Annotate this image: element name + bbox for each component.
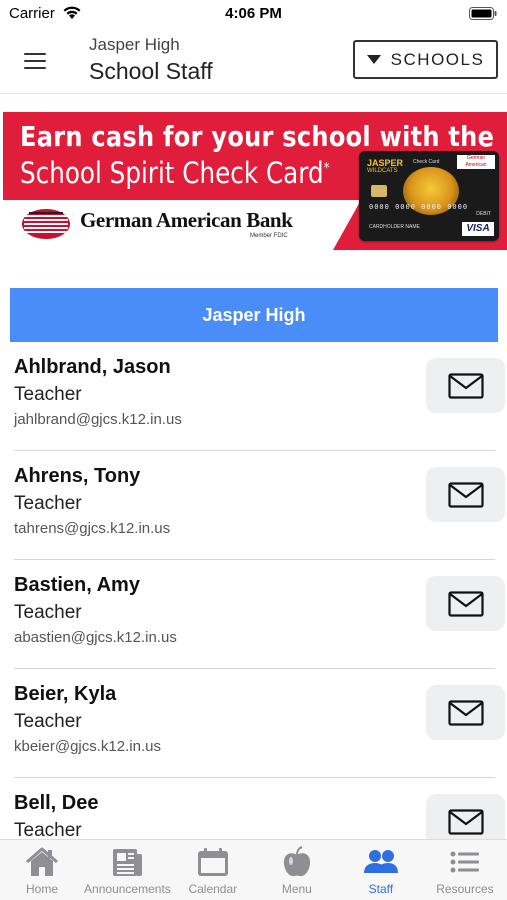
tab-resources[interactable]: Resources bbox=[423, 840, 507, 900]
hamburger-menu-icon[interactable] bbox=[14, 44, 56, 78]
envelope-icon bbox=[447, 808, 484, 835]
staff-role: Teacher bbox=[14, 820, 82, 839]
staff-icon bbox=[363, 850, 398, 873]
staff-role: Teacher bbox=[14, 493, 82, 514]
staff-name: Bell, Dee bbox=[14, 792, 99, 814]
promo-banner[interactable]: Earn cash for your school with the Schoo… bbox=[3, 112, 507, 250]
tab-home[interactable]: Home bbox=[0, 840, 84, 900]
staff-role: Teacher bbox=[14, 384, 82, 405]
battery-icon bbox=[469, 7, 497, 20]
tab-label: Announcements bbox=[84, 882, 171, 896]
tab-label: Calendar bbox=[188, 882, 238, 896]
check-card-image: JASPER WILDCATS Check Card German Americ… bbox=[359, 151, 499, 241]
tab-staff[interactable]: Staff bbox=[339, 840, 423, 900]
status-bar: Carrier 4:06 PM bbox=[0, 0, 507, 28]
visa-logo: VISA bbox=[462, 222, 494, 236]
staff-email: kbeier@gjcs.k12.in.us bbox=[14, 738, 161, 755]
apple-icon bbox=[283, 846, 310, 877]
list-icon bbox=[450, 851, 479, 873]
envelope-icon bbox=[447, 699, 484, 726]
tab-label: Resources bbox=[436, 882, 494, 896]
staff-email: tahrens@gjcs.k12.in.us bbox=[14, 520, 171, 537]
staff-email: jahlbrand@gjcs.k12.in.us bbox=[14, 411, 182, 428]
header-titles: Jasper High School Staff bbox=[89, 34, 213, 86]
staff-name: Ahlbrand, Jason bbox=[14, 356, 171, 378]
calendar-icon bbox=[197, 848, 228, 876]
card-chip-icon bbox=[371, 185, 387, 197]
staff-name: Beier, Kyla bbox=[14, 683, 117, 705]
schools-dropdown-button[interactable]: SCHOOLS bbox=[353, 40, 498, 79]
list-item[interactable]: Beier, Kyla Teacher kbeier@gjcs.k12.in.u… bbox=[14, 669, 505, 778]
announcements-icon bbox=[113, 849, 143, 876]
tab-label: Home bbox=[26, 882, 59, 896]
list-item[interactable]: Ahlbrand, Jason Teacher jahlbrand@gjcs.k… bbox=[14, 342, 505, 451]
card-number: 0000 0000 0000 0000 bbox=[369, 203, 469, 211]
school-section-header: Jasper High bbox=[10, 288, 498, 342]
card-school: JASPER bbox=[367, 158, 404, 168]
staff-role: Teacher bbox=[14, 711, 82, 732]
tab-label: Staff bbox=[368, 882, 394, 896]
email-button[interactable] bbox=[426, 576, 505, 631]
tab-menu[interactable]: Menu bbox=[255, 840, 339, 900]
banner-tagline: School Spirit Check Card* bbox=[20, 156, 330, 190]
school-section-label: Jasper High bbox=[202, 304, 306, 325]
staff-list[interactable]: Ahlbrand, Jason Teacher jahlbrand@gjcs.k… bbox=[0, 342, 507, 839]
email-button[interactable] bbox=[426, 467, 505, 522]
staff-name: Bastien, Amy bbox=[14, 574, 140, 596]
email-button[interactable] bbox=[426, 794, 505, 839]
email-button[interactable] bbox=[426, 358, 505, 413]
bank-name: German American Bank bbox=[80, 208, 293, 232]
list-item[interactable]: Bastien, Amy Teacher abastien@gjcs.k12.i… bbox=[14, 560, 505, 669]
tab-calendar[interactable]: Calendar bbox=[171, 840, 255, 900]
banner-headline: Earn cash for your school with the bbox=[20, 120, 495, 153]
card-bank-logo: German American bbox=[457, 155, 495, 169]
card-debit: DEBIT bbox=[476, 211, 491, 217]
home-icon bbox=[26, 847, 58, 876]
envelope-icon bbox=[447, 481, 484, 508]
schools-button-label: SCHOOLS bbox=[390, 49, 485, 69]
card-label: Check Card bbox=[413, 159, 440, 165]
status-time: 4:06 PM bbox=[225, 5, 282, 22]
envelope-icon bbox=[447, 372, 484, 399]
card-mascot: WILDCATS bbox=[367, 168, 398, 174]
bank-logo-icon bbox=[22, 209, 70, 239]
bank-fdic: Member FDIC bbox=[250, 233, 288, 239]
list-item[interactable]: Ahrens, Tony Teacher tahrens@gjcs.k12.in… bbox=[14, 451, 505, 560]
caret-down-icon bbox=[366, 55, 381, 64]
card-holder: CARDHOLDER NAME bbox=[369, 224, 420, 230]
header-school-name: Jasper High bbox=[89, 35, 180, 54]
staff-name: Ahrens, Tony bbox=[14, 465, 141, 487]
staff-role: Teacher bbox=[14, 602, 82, 623]
envelope-icon bbox=[447, 590, 484, 617]
bottom-tab-bar: Home Announcements Calendar Menu Staff R… bbox=[0, 839, 507, 900]
email-button[interactable] bbox=[426, 685, 505, 740]
list-item[interactable]: Bell, Dee Teacher bbox=[14, 778, 505, 839]
staff-email: abastien@gjcs.k12.in.us bbox=[14, 629, 177, 646]
tab-announcements[interactable]: Announcements bbox=[84, 840, 171, 900]
tab-label: Menu bbox=[281, 882, 312, 896]
app-header: Jasper High School Staff SCHOOLS bbox=[0, 28, 507, 94]
page-title: School Staff bbox=[89, 58, 213, 84]
